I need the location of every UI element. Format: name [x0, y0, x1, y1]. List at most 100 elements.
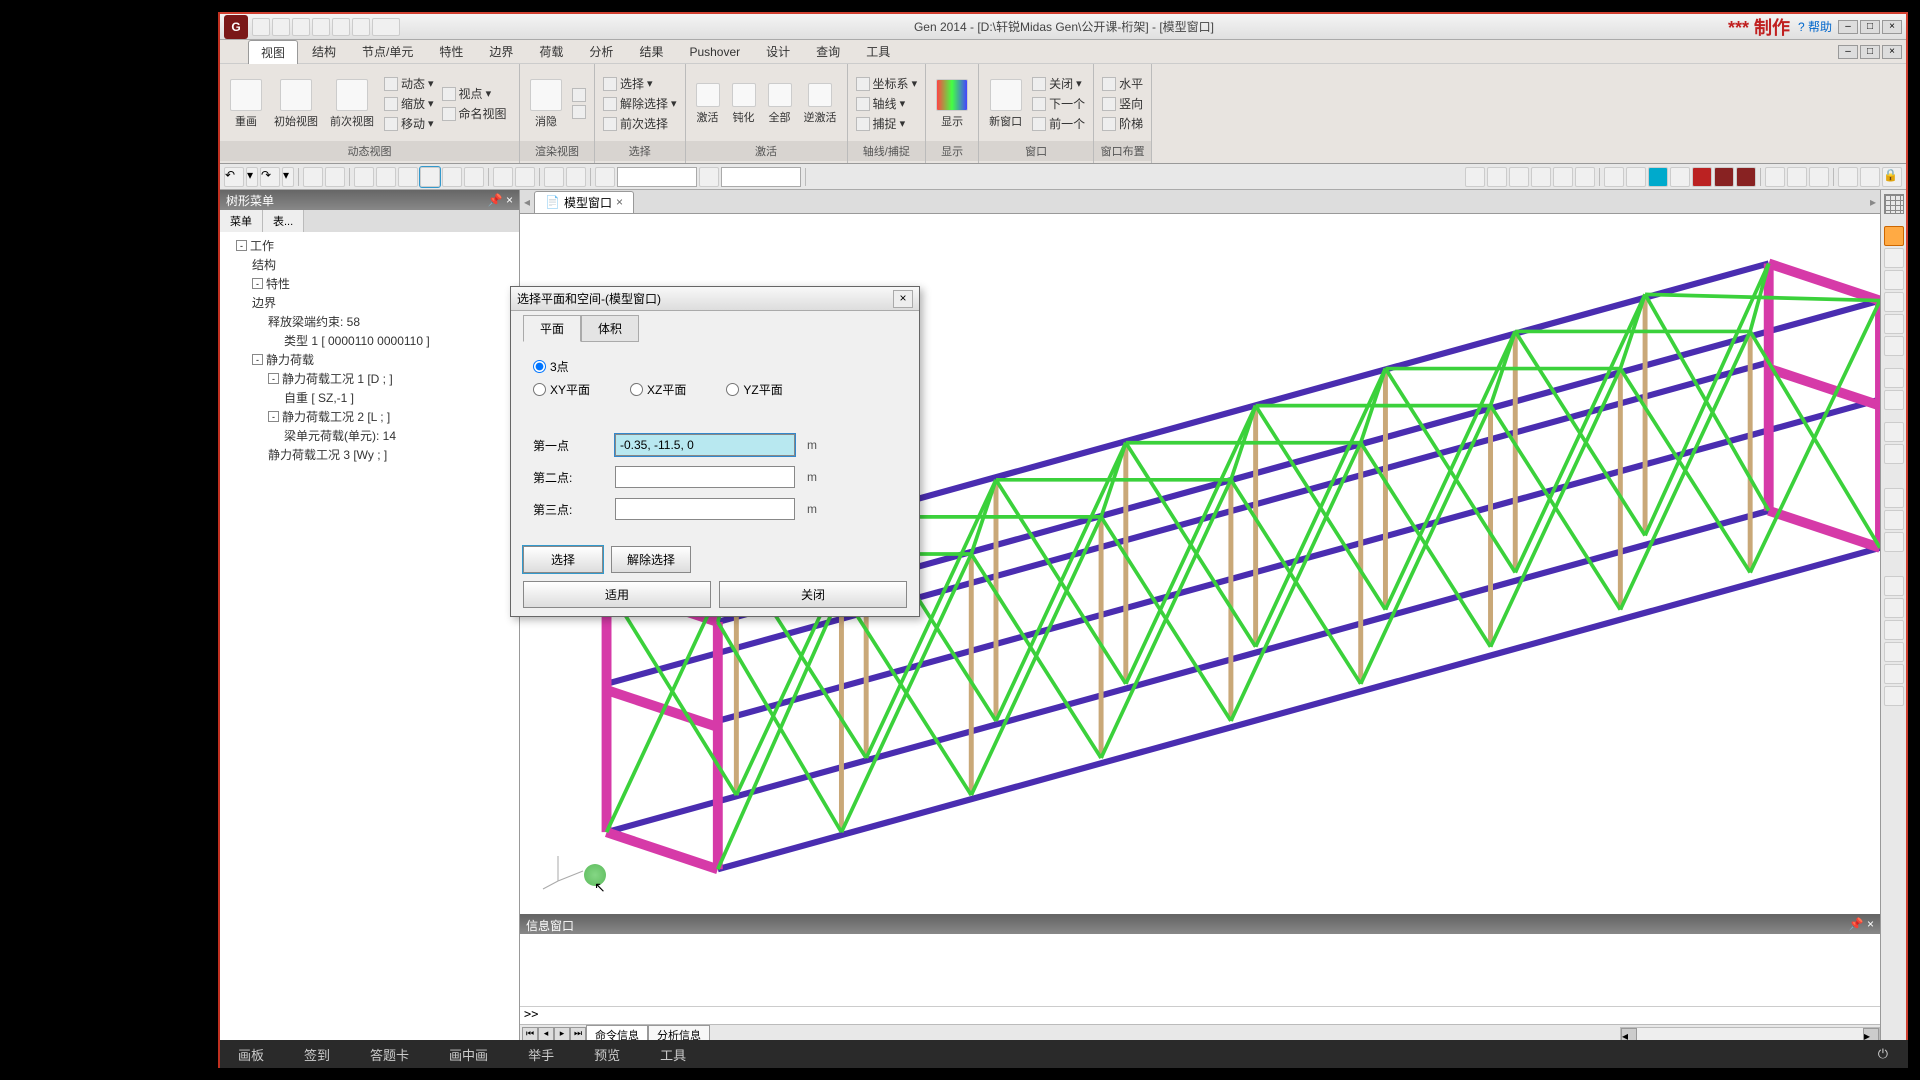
undo-dropdown[interactable]: ▾: [246, 167, 258, 187]
menu-structure[interactable]: 结构: [300, 40, 348, 63]
mdi-close-button[interactable]: ×: [1882, 45, 1902, 59]
tool-icon[interactable]: [1884, 510, 1904, 530]
expander-icon[interactable]: -: [252, 354, 263, 365]
bt-pip[interactable]: 画中画: [429, 1045, 508, 1064]
tree-item[interactable]: 边界: [224, 293, 515, 312]
menu-query[interactable]: 查询: [804, 40, 852, 63]
menu-view[interactable]: 视图: [248, 40, 298, 64]
expander-icon[interactable]: -: [268, 373, 279, 384]
tree-item[interactable]: -静力荷载: [224, 350, 515, 369]
tool-icon[interactable]: [1884, 686, 1904, 706]
expander-icon[interactable]: -: [236, 240, 247, 251]
dialog-close-button[interactable]: ×: [893, 290, 913, 308]
minimize-button[interactable]: –: [1838, 20, 1858, 34]
zoom-window-icon[interactable]: [1884, 292, 1904, 312]
close-button[interactable]: ×: [1882, 20, 1902, 34]
tree-item[interactable]: 结构: [224, 255, 515, 274]
pin-icon[interactable]: 📌: [488, 193, 503, 207]
bt-raisehand[interactable]: 举手: [508, 1045, 574, 1064]
redo-button[interactable]: ↷: [260, 167, 280, 187]
tool-icon[interactable]: [1736, 167, 1756, 187]
view-icon[interactable]: [1884, 248, 1904, 268]
tool-icon[interactable]: [1487, 167, 1507, 187]
tool-icon[interactable]: [442, 167, 462, 187]
snap-button[interactable]: 捕捉 ▾: [854, 114, 920, 133]
tool-icon[interactable]: [303, 167, 323, 187]
tree-item[interactable]: 释放梁端约束: 58: [224, 312, 515, 331]
tool-icon[interactable]: [1884, 444, 1904, 464]
mode-icon[interactable]: [1884, 226, 1904, 246]
bt-preview[interactable]: 预览: [574, 1045, 640, 1064]
next-window-button[interactable]: 下一个: [1030, 94, 1087, 113]
tree-item[interactable]: -静力荷载工况 2 [L ; ]: [224, 407, 515, 426]
tool-icon[interactable]: [1884, 598, 1904, 618]
tool-icon[interactable]: [493, 167, 513, 187]
lock-button[interactable]: 🔒: [1882, 167, 1902, 187]
render-opt-1[interactable]: [570, 87, 588, 103]
expander-icon[interactable]: -: [268, 411, 279, 422]
tool-icon[interactable]: [544, 167, 564, 187]
radio-xz-plane[interactable]: XZ平面: [630, 381, 686, 398]
named-view-button[interactable]: 命名视图: [440, 104, 509, 123]
maximize-button[interactable]: □: [1860, 20, 1880, 34]
undo-button[interactable]: ↶: [224, 167, 244, 187]
tree-item[interactable]: 梁单元荷载(单元): 14: [224, 426, 515, 445]
qat-undo-icon[interactable]: [312, 18, 330, 36]
filter-combo[interactable]: [617, 167, 697, 187]
tool-icon[interactable]: [1692, 167, 1712, 187]
select-button[interactable]: 选择: [523, 546, 603, 573]
tab-nav-left[interactable]: ◂: [524, 195, 530, 209]
pan-icon[interactable]: [1884, 368, 1904, 388]
grid-button[interactable]: 轴线 ▾: [854, 94, 920, 113]
dynamic-view-button[interactable]: 动态 ▾: [382, 74, 436, 93]
app-icon[interactable]: G: [224, 15, 248, 39]
new-window-button[interactable]: 新窗口: [985, 77, 1026, 131]
unselect-button[interactable]: 解除选择 ▾: [601, 94, 679, 113]
close-dialog-button[interactable]: 关闭: [719, 581, 907, 608]
point3-input[interactable]: [615, 498, 795, 520]
menu-tools[interactable]: 工具: [854, 40, 902, 63]
zoom-out-icon[interactable]: [1884, 336, 1904, 356]
bt-quiz[interactable]: 答题卡: [350, 1045, 429, 1064]
tree-item[interactable]: 类型 1 [ 0000110 0000110 ]: [224, 331, 515, 350]
tab-close-icon[interactable]: ×: [616, 195, 623, 209]
apply-button[interactable]: 适用: [523, 581, 711, 608]
tool-icon[interactable]: [1787, 167, 1807, 187]
mdi-restore-button[interactable]: □: [1860, 45, 1880, 59]
filter-combo-2[interactable]: [721, 167, 801, 187]
tree-item[interactable]: -静力荷载工况 1 [D ; ]: [224, 369, 515, 388]
menu-analysis[interactable]: 分析: [577, 40, 625, 63]
tool-icon[interactable]: [1648, 167, 1668, 187]
dialog-tab-plane[interactable]: 平面: [523, 315, 581, 342]
tool-icon[interactable]: [1860, 167, 1880, 187]
tool-icon[interactable]: [595, 167, 615, 187]
tile-horizontal-button[interactable]: 水平: [1100, 74, 1145, 93]
bt-power-icon[interactable]: ⏻: [1858, 1046, 1908, 1062]
model-window-tab[interactable]: 📄 模型窗口 ×: [534, 191, 634, 213]
tool-icon[interactable]: [464, 167, 484, 187]
dialog-tab-volume[interactable]: 体积: [581, 315, 639, 342]
tree-item[interactable]: -特性: [224, 274, 515, 293]
tool-icon[interactable]: [1884, 422, 1904, 442]
close-window-button[interactable]: 关闭 ▾: [1030, 74, 1087, 93]
zoom-in-icon[interactable]: [1884, 314, 1904, 334]
viewpoint-button[interactable]: 视点 ▾: [440, 84, 509, 103]
render-opt-2[interactable]: [570, 104, 588, 120]
menu-pushover[interactable]: Pushover: [677, 42, 752, 62]
menu-boundary[interactable]: 边界: [477, 40, 525, 63]
panel-close-icon[interactable]: ×: [506, 193, 513, 207]
hide-button[interactable]: 消隐: [526, 77, 566, 131]
tool-icon[interactable]: [1670, 167, 1690, 187]
tree-view[interactable]: -工作结构-特性边界释放梁端约束: 58类型 1 [ 0000110 00001…: [220, 232, 519, 1044]
point2-input[interactable]: [615, 466, 795, 488]
bt-board[interactable]: 画板: [218, 1045, 284, 1064]
tree-tab-table[interactable]: 表...: [263, 210, 304, 232]
menu-result[interactable]: 结果: [627, 40, 675, 63]
tool-icon[interactable]: [1884, 620, 1904, 640]
tree-item[interactable]: -工作: [224, 236, 515, 255]
prev-select-button[interactable]: 前次选择: [601, 114, 679, 133]
ucs-button[interactable]: 坐标系 ▾: [854, 74, 920, 93]
all-button[interactable]: 全部: [764, 81, 796, 127]
select-poly-icon[interactable]: [376, 167, 396, 187]
help-link[interactable]: ? 帮助: [1798, 18, 1832, 35]
